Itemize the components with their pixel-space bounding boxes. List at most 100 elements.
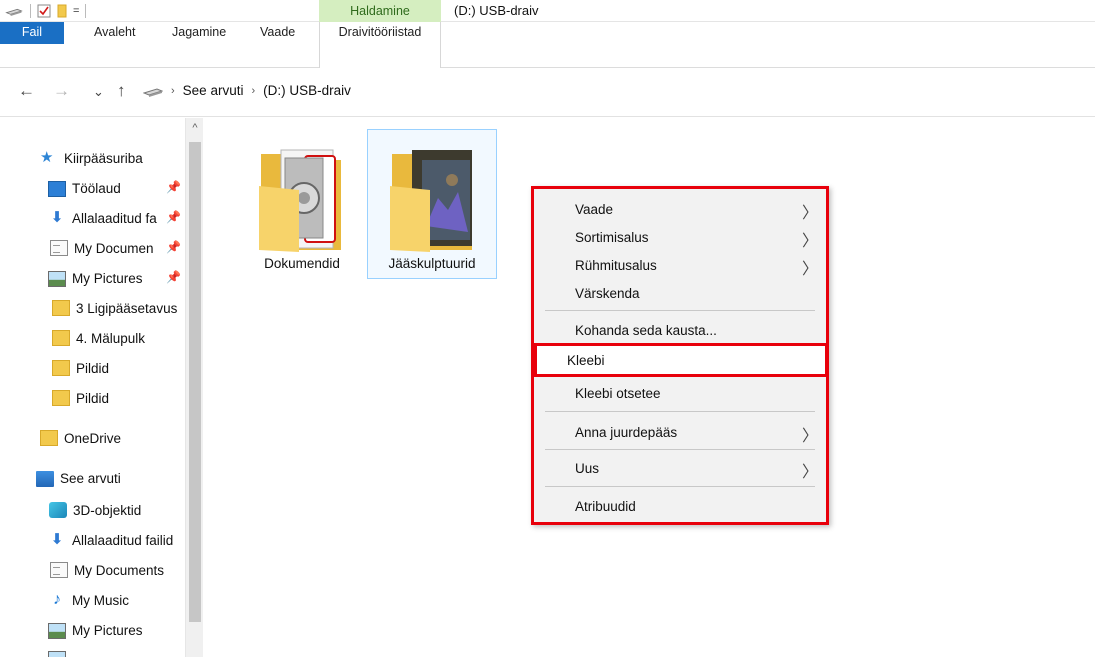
folder-icon	[52, 390, 70, 406]
pin-icon: 📌	[166, 210, 181, 224]
folder-icon	[40, 430, 58, 446]
sidebar-item-label: See arvuti	[60, 470, 121, 486]
menu-item-label: Rühmitusalus	[575, 258, 657, 273]
sidebar-item-label: 3 Ligipääsetavus	[76, 300, 178, 316]
submenu-arrow-icon: 〉	[802, 464, 819, 481]
menu-item-sort-by[interactable]: Sortimisalus 〉	[534, 224, 826, 252]
menu-item-paste[interactable]: Kleebi	[534, 343, 828, 377]
qat-separator	[30, 4, 31, 18]
menu-item-customize-folder[interactable]: Kohanda seda kausta...	[534, 317, 826, 345]
tab-home[interactable]: Avaleht	[94, 22, 135, 44]
sidebar-item-pildid[interactable]: Pildid	[48, 355, 109, 381]
ribbon-tabs: Fail Avaleht Jagamine Vaade Draivitöörii…	[0, 22, 1095, 68]
forward-button[interactable]: →	[53, 81, 70, 101]
tab-drive-tools[interactable]: Draivitööriistad	[319, 22, 441, 68]
pin-icon: 📌	[166, 270, 181, 284]
menu-item-properties[interactable]: Atribuudid	[534, 493, 826, 521]
folder-icon	[52, 360, 70, 376]
videos-icon	[48, 651, 66, 657]
sidebar-item-my-music[interactable]: ♪ My Music	[48, 587, 129, 613]
folder-icon	[259, 149, 341, 252]
navigation-pane[interactable]: ★ Kiirpääsuriba Töölaud 📌 ⬇ Allalaaditud…	[0, 118, 203, 657]
sidebar-item-label: Pildid	[76, 360, 110, 376]
sidebar-item-quick-access[interactable]: ★ Kiirpääsuriba	[40, 145, 143, 171]
sidebar-item-label: OneDrive	[64, 430, 122, 446]
quick-access-toolbar: =	[4, 3, 87, 19]
sidebar-item-label: 4. Mälupulk	[76, 330, 146, 346]
submenu-arrow-icon: 〉	[802, 261, 819, 278]
sidebar-item-label: My Documen	[74, 240, 154, 256]
menu-item-label: Kleebi otsetee	[575, 386, 661, 401]
sidebar-scrollbar[interactable]: ^	[185, 118, 203, 657]
sidebar-item-my-pictures-pc[interactable]: My Pictures	[48, 617, 143, 643]
sidebar-item-desktop[interactable]: Töölaud	[48, 175, 121, 201]
menu-item-new[interactable]: Uus 〉	[534, 455, 826, 483]
sidebar-item-pildid-2[interactable]: Pildid	[48, 385, 109, 411]
sidebar-item-my-pictures[interactable]: My Pictures	[48, 265, 143, 291]
sidebar-item-downloads[interactable]: ⬇ Allalaaditud fa	[48, 205, 157, 231]
download-icon: ⬇	[50, 531, 64, 548]
sidebar-item-downloads-pc[interactable]: ⬇ Allalaaditud failid	[48, 527, 174, 553]
breadcrumb[interactable]: › See arvuti › (D:) USB-draiv	[143, 83, 351, 98]
sidebar-item-this-pc[interactable]: See arvuti	[36, 465, 121, 491]
menu-item-label: Anna juurdepääs	[575, 425, 678, 440]
folder-dokumendid[interactable]: Dokumendid	[237, 130, 367, 280]
tab-view[interactable]: Vaade	[260, 22, 295, 44]
desktop-icon	[48, 181, 66, 197]
star-icon: ★	[40, 149, 54, 166]
sidebar-item-label: Allalaaditud failid	[72, 532, 174, 548]
back-button[interactable]: ←	[18, 81, 35, 101]
menu-item-label: Värskenda	[575, 286, 640, 301]
drive-icon	[5, 8, 23, 16]
tab-file[interactable]: Fail	[0, 22, 64, 44]
menu-separator	[545, 449, 815, 450]
properties-icon[interactable]	[37, 4, 51, 18]
scroll-up-icon[interactable]: ^	[186, 122, 204, 134]
breadcrumb-usb-drive[interactable]: (D:) USB-draiv	[263, 83, 351, 98]
recent-locations-button[interactable]: ⌄	[93, 84, 104, 100]
scroll-thumb[interactable]	[189, 142, 201, 622]
qat-dropdown-icon[interactable]: =	[73, 5, 79, 17]
sidebar-item-label: Töölaud	[72, 180, 121, 196]
breadcrumb-chevron-icon[interactable]: ›	[171, 85, 175, 97]
menu-item-view[interactable]: Vaade 〉	[534, 196, 826, 224]
menu-item-label: Kleebi	[567, 353, 605, 368]
music-icon: ♪	[53, 591, 61, 608]
file-name: Jääskulptuurid	[388, 256, 476, 271]
menu-separator	[545, 411, 815, 412]
menu-item-give-access[interactable]: Anna juurdepääs 〉	[534, 419, 826, 447]
folder-icon	[390, 150, 472, 252]
new-folder-icon[interactable]	[57, 4, 67, 18]
sidebar-item-label: My Pictures	[72, 622, 143, 638]
computer-icon	[36, 471, 54, 487]
submenu-arrow-icon: 〉	[802, 233, 819, 250]
sidebar-item-my-documents[interactable]: My Documen	[48, 235, 154, 261]
folder-jaaskulptuurid[interactable]: Jääskulptuurid	[367, 129, 497, 279]
up-button[interactable]: ↑	[117, 81, 126, 101]
sidebar-item-ligipaasetavus[interactable]: 3 Ligipääsetavus	[48, 295, 177, 321]
sidebar-item-label: 3D-objektid	[73, 502, 142, 518]
pictures-icon	[48, 623, 66, 639]
sidebar-item-3d-objects[interactable]: 3D-objektid	[48, 497, 141, 523]
breadcrumb-this-pc[interactable]: See arvuti	[183, 83, 244, 98]
drive-icon	[143, 87, 163, 97]
breadcrumb-chevron-icon[interactable]: ›	[251, 85, 255, 97]
sidebar-item-label: Kiirpääsuriba	[64, 150, 143, 166]
menu-item-group-by[interactable]: Rühmitusalus 〉	[534, 252, 826, 280]
document-icon	[50, 562, 68, 578]
window-title: (D:) USB-draiv	[454, 3, 539, 18]
tab-share[interactable]: Jagamine	[172, 22, 226, 44]
download-icon: ⬇	[50, 209, 64, 226]
menu-item-paste-shortcut[interactable]: Kleebi otsetee	[534, 380, 826, 408]
pin-icon: 📌	[166, 240, 181, 254]
sidebar-item-malupulk[interactable]: 4. Mälupulk	[48, 325, 145, 351]
sidebar-item-onedrive[interactable]: OneDrive	[36, 425, 121, 451]
qat-separator	[85, 4, 87, 18]
menu-item-label: Sortimisalus	[575, 230, 649, 245]
menu-item-refresh[interactable]: Värskenda	[534, 280, 826, 308]
sidebar-item-my-documents-pc[interactable]: My Documents	[48, 557, 164, 583]
menu-separator	[545, 310, 815, 311]
menu-item-label: Atribuudid	[575, 499, 636, 514]
menu-item-label: Kohanda seda kausta...	[575, 323, 717, 338]
sidebar-item-partial[interactable]	[48, 645, 72, 657]
